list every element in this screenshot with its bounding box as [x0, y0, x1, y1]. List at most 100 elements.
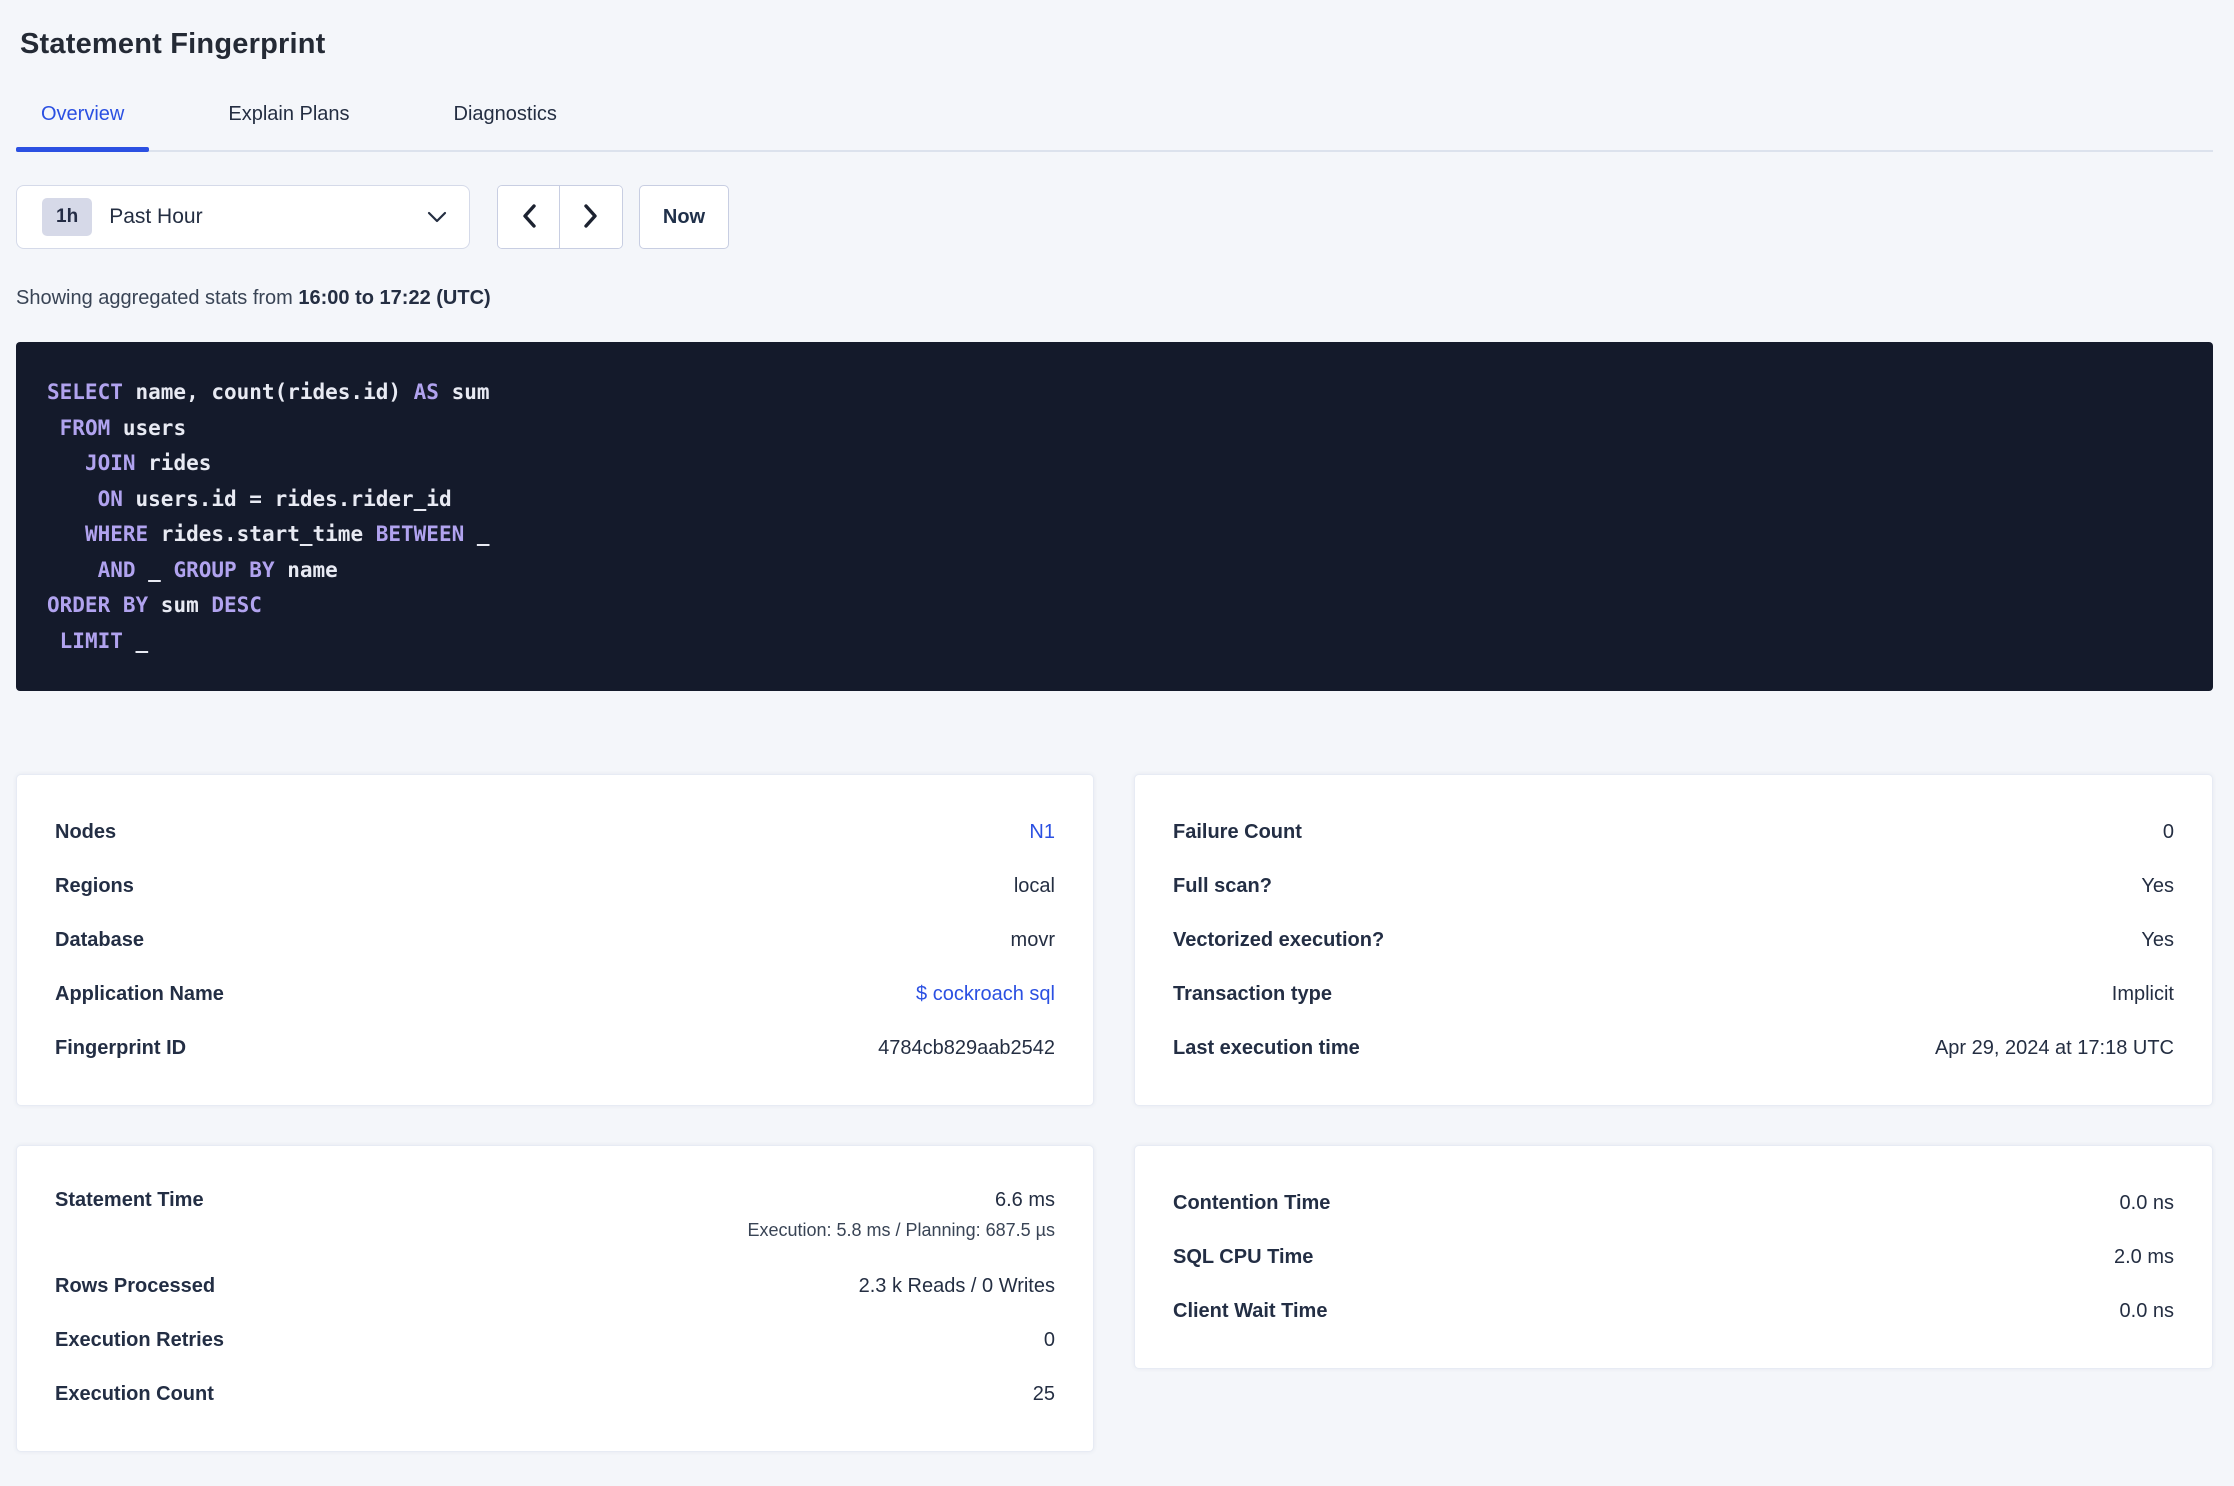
- row-label: Nodes: [55, 820, 117, 843]
- wait-times-card: Contention Time 0.0 ns SQL CPU Time 2.0 …: [1134, 1145, 2213, 1369]
- aggregated-stats-text: Showing aggregated stats from 16:00 to 1…: [16, 287, 2213, 310]
- sql-text: name: [274, 557, 338, 582]
- row-sql-cpu-time: SQL CPU Time 2.0 ms: [1173, 1230, 2174, 1284]
- chevron-down-icon: [427, 211, 447, 223]
- time-range-label: Past Hour: [109, 205, 203, 228]
- row-label: Statement Time: [55, 1189, 204, 1211]
- row-value: 0.0 ns: [2119, 1299, 2174, 1322]
- row-value: 2.3 k Reads / 0 Writes: [858, 1274, 1055, 1297]
- row-label: Vectorized execution?: [1173, 928, 1385, 951]
- sql-text: sum: [438, 380, 490, 404]
- row-database: Database movr: [55, 913, 1055, 967]
- sql-text: sum: [148, 593, 212, 617]
- now-button[interactable]: Now: [639, 185, 729, 249]
- row-value: 25: [1032, 1382, 1055, 1405]
- row-rows-processed: Rows Processed 2.3 k Reads / 0 Writes: [55, 1259, 1055, 1313]
- row-label: Application Name: [55, 982, 224, 1005]
- row-value: local: [1013, 874, 1055, 897]
- statement-times-card: Statement Time 6.6 ms Execution: 5.8 ms …: [16, 1145, 1094, 1452]
- aggregated-stats-range: 16:00 to 17:22 (UTC): [298, 287, 491, 309]
- tab-diagnostics[interactable]: Diagnostics: [429, 103, 582, 150]
- row-vectorized-execution: Vectorized execution? Yes: [1173, 913, 2174, 967]
- sql-keyword: DESC: [211, 593, 262, 617]
- sql-text: name, count(rides.id): [122, 380, 414, 404]
- execution-attributes-card: Failure Count 0 Full scan? Yes Vectorize…: [1134, 774, 2213, 1106]
- row-label: Client Wait Time: [1173, 1299, 1328, 1322]
- sql-keyword: FROM: [59, 415, 111, 440]
- row-label: Last execution time: [1173, 1036, 1360, 1059]
- row-regions: Regions local: [55, 859, 1055, 913]
- sql-line: AND _ GROUP BY name: [47, 553, 2173, 589]
- row-caption: Execution: 5.8 ms / Planning: 687.5 µs: [747, 1220, 1055, 1240]
- time-pager: [497, 185, 623, 249]
- sql-text: users.id = rides.rider_id: [122, 486, 452, 511]
- time-range-badge: 1h: [42, 198, 93, 236]
- time-range-dropdown[interactable]: 1h Past Hour: [16, 185, 470, 249]
- tab-overview[interactable]: Overview: [16, 103, 150, 152]
- sql-keyword: LIMIT: [59, 628, 123, 653]
- sql-keyword: ON: [97, 486, 123, 511]
- row-transaction-type: Transaction type Implicit: [1173, 967, 2174, 1021]
- sql-statement-box: SELECT name, count(rides.id) AS sum FROM…: [16, 342, 2213, 691]
- sql-keyword: BETWEEN: [375, 522, 465, 546]
- prev-time-button[interactable]: [498, 186, 560, 248]
- sql-text: rides.start_time: [148, 522, 376, 546]
- row-label: Regions: [55, 874, 134, 897]
- page-title: Statement Fingerprint: [20, 28, 326, 60]
- tab-bar: Overview Explain Plans Diagnostics: [16, 103, 2213, 152]
- row-value: Implicit: [2111, 982, 2174, 1005]
- sql-keyword: GROUP BY: [173, 557, 275, 582]
- stats-cards-row: Statement Time 6.6 ms Execution: 5.8 ms …: [16, 1145, 2213, 1452]
- sql-line: ORDER BY sum DESC: [47, 588, 2173, 624]
- sql-keyword: WHERE: [84, 522, 149, 546]
- row-contention-time: Contention Time 0.0 ns: [1173, 1176, 2174, 1230]
- sql-text: _: [122, 628, 149, 653]
- row-label: Contention Time: [1173, 1191, 1331, 1214]
- sql-keyword: JOIN: [84, 451, 136, 475]
- row-full-scan: Full scan? Yes: [1173, 859, 2174, 913]
- row-application-name: Application Name $ cockroach sql: [55, 967, 1055, 1021]
- row-value: Yes: [2141, 874, 2174, 897]
- row-client-wait-time: Client Wait Time 0.0 ns: [1173, 1284, 2174, 1338]
- sql-keyword: AND: [97, 557, 136, 582]
- row-last-execution-time: Last execution time Apr 29, 2024 at 17:1…: [1173, 1021, 2174, 1075]
- row-fingerprint-id: Fingerprint ID 4784cb829aab2542: [55, 1021, 1055, 1075]
- row-label: Database: [55, 928, 144, 951]
- chevron-left-icon: [521, 203, 537, 231]
- sql-line: WHERE rides.start_time BETWEEN _: [47, 517, 2173, 553]
- row-label: Execution Retries: [55, 1328, 224, 1351]
- sql-keyword: ORDER BY: [47, 593, 149, 617]
- sql-line: FROM users: [47, 411, 2173, 447]
- row-label: Full scan?: [1173, 874, 1272, 897]
- sql-text: rides: [135, 451, 212, 475]
- sql-text: _: [464, 522, 490, 546]
- summary-cards-row: Nodes N1 Regions local Database movr App…: [16, 774, 2213, 1106]
- statement-details-card: Nodes N1 Regions local Database movr App…: [16, 774, 1094, 1106]
- row-value: Yes: [2141, 928, 2174, 951]
- row-value: 2.0 ms: [2113, 1245, 2174, 1268]
- row-value: 0.0 ns: [2119, 1191, 2174, 1214]
- sql-line: JOIN rides: [47, 446, 2173, 482]
- sql-keyword: SELECT: [47, 380, 123, 404]
- time-controls: 1h Past Hour Now: [16, 185, 2213, 249]
- aggregated-stats-prefix: Showing aggregated stats from: [16, 287, 299, 309]
- page-container: Statement Fingerprint Overview Explain P…: [0, 28, 2234, 1452]
- nodes-link[interactable]: N1: [1029, 821, 1055, 844]
- row-value: 0: [1043, 1328, 1055, 1351]
- row-statement-time: Statement Time 6.6 ms Execution: 5.8 ms …: [55, 1176, 1055, 1259]
- row-label: Transaction type: [1173, 982, 1332, 1005]
- row-value: movr: [1010, 928, 1055, 951]
- row-label: Fingerprint ID: [55, 1036, 187, 1059]
- tab-explain-plans[interactable]: Explain Plans: [203, 103, 374, 150]
- row-execution-count: Execution Count 25: [55, 1367, 1055, 1421]
- application-name-link[interactable]: $ cockroach sql: [916, 983, 1055, 1006]
- row-value-block: 6.6 ms Execution: 5.8 ms / Planning: 687…: [747, 1176, 1055, 1241]
- row-label: Failure Count: [1173, 820, 1302, 843]
- next-time-button[interactable]: [560, 186, 622, 248]
- row-label: Execution Count: [55, 1382, 214, 1405]
